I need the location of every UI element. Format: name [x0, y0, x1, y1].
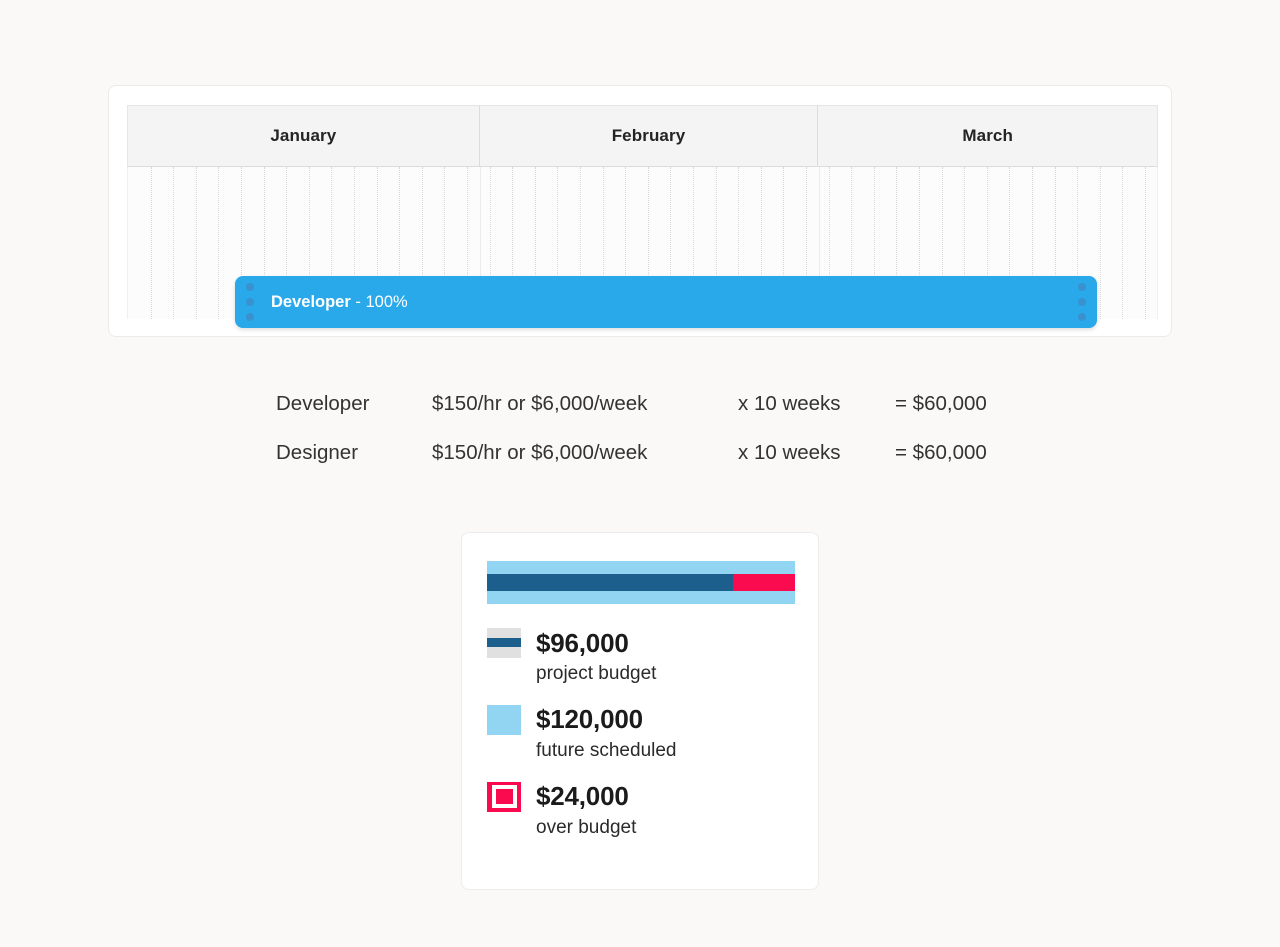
rate-cost: $150/hr or $6,000/week	[432, 441, 648, 464]
future-scheduled-swatch-icon	[487, 704, 521, 735]
month-label: January	[270, 126, 337, 145]
drag-handle-icon[interactable]	[1078, 283, 1086, 321]
budget-progress-inner	[487, 574, 795, 591]
gantt-gridline	[173, 167, 174, 319]
month-header-february[interactable]: February	[480, 106, 819, 166]
rate-total: = $60,000	[895, 392, 987, 415]
month-header-january[interactable]: January	[128, 106, 480, 166]
rate-duration: x 10 weeks	[738, 392, 841, 415]
gantt-gridline	[1145, 167, 1146, 319]
legend-item-over-budget: $24,000 over budget	[487, 780, 797, 840]
legend-caption: project budget	[536, 663, 657, 684]
legend-amount: $24,000	[536, 781, 629, 812]
budget-spent-segment	[487, 574, 734, 591]
legend-amount: $96,000	[536, 627, 629, 658]
drag-handle-icon[interactable]	[246, 283, 254, 321]
project-budget-swatch-icon	[487, 628, 521, 658]
table-row: Developer $150/hr or $6,000/week x 10 we…	[276, 392, 1016, 441]
budget-legend: $96,000 project budget $120,000 future s…	[487, 626, 797, 856]
gantt-chart-card: January February March Developer - 100% …	[108, 85, 1172, 337]
gantt-bar-label: Developer - 100%	[271, 293, 408, 312]
over-budget-swatch-icon	[487, 781, 521, 812]
gantt-gridline	[1100, 167, 1101, 319]
gantt-gridline	[196, 167, 197, 319]
rate-role: Designer	[276, 441, 359, 464]
gantt-gridline	[151, 167, 152, 319]
legend-caption: over budget	[536, 816, 637, 838]
gantt-bar-allocation: - 100%	[350, 292, 408, 311]
legend-amount: $120,000	[536, 704, 643, 735]
gantt-bar-developer[interactable]: Developer - 100%	[235, 276, 1097, 328]
gantt-gridline	[1122, 167, 1123, 319]
budget-progress-bar	[487, 561, 795, 604]
rate-breakdown-table: Developer $150/hr or $6,000/week x 10 we…	[276, 392, 1016, 490]
rate-duration: x 10 weeks	[738, 441, 841, 464]
rate-role: Developer	[276, 392, 370, 415]
month-label: February	[611, 126, 686, 145]
legend-item-future-scheduled: $120,000 future scheduled	[487, 703, 797, 763]
gantt-month-header: January February March	[127, 105, 1158, 167]
month-header-march[interactable]: March	[818, 106, 1157, 166]
month-label: March	[962, 126, 1013, 145]
gantt-gridline	[218, 167, 219, 319]
rate-cost: $150/hr or $6,000/week	[432, 392, 648, 415]
legend-caption: future scheduled	[536, 739, 677, 761]
gantt-bar-name: Developer	[271, 292, 351, 311]
budget-over-segment	[733, 574, 795, 591]
rate-total: = $60,000	[895, 441, 987, 464]
legend-item-project-budget: $96,000 project budget	[487, 626, 797, 686]
budget-summary-card: $96,000 project budget $120,000 future s…	[461, 532, 819, 890]
table-row: Designer $150/hr or $6,000/week x 10 wee…	[276, 441, 1016, 490]
